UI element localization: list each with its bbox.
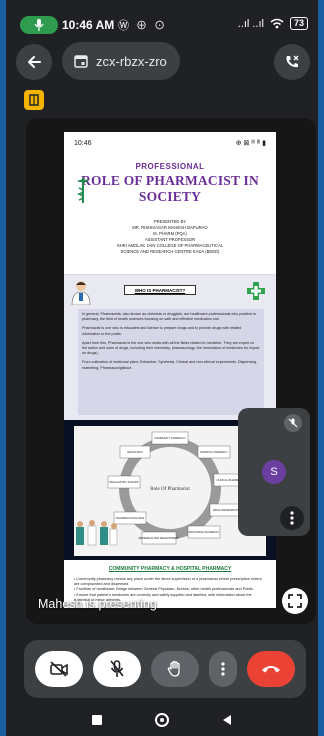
status-time: 10:46 AM (62, 18, 115, 32)
presenter-credits: Presented by MR. RISHISAGAR MAHESH BAPUR… (64, 219, 276, 255)
mic-toggle-button[interactable] (93, 651, 141, 687)
bullet-text: Frontline of healthcare; Bridge between … (76, 587, 255, 592)
doc-status-bar: 10:46 ⊕ ⊠ ᴵᴵˡ ᴵᴵˡ ▮ (64, 132, 276, 154)
meeting-info-button[interactable]: zcx-rbzx-zro (62, 42, 180, 80)
diagram-node-label: EDUCATION (127, 450, 142, 454)
diagram-node-label: INDUSTRIAL PHARMACY (189, 530, 220, 534)
meet-screen: 10:46 AM Ⓦ ⊕ ⊙ ..ıl ..ıl 73 zcx-rbzx-zro… (6, 0, 318, 736)
diagram-node-label: COMMUNITY PHARMACY (154, 436, 186, 440)
audio-output-button[interactable] (274, 44, 310, 80)
meeting-code: zcx-rbzx-zro (96, 53, 167, 69)
slide-body: In general, Pharmacists, also known as c… (78, 309, 264, 415)
doc-time: 10:46 (74, 139, 92, 147)
paragraph: Apart from this, Pharmacist is the one w… (82, 340, 260, 356)
home-icon (159, 718, 164, 722)
presenting-label: Mahesh is presenting (38, 597, 157, 611)
slide-heading: WHO IS PHARMACIST? (124, 285, 196, 295)
mic-icon (34, 19, 44, 31)
paragraph: From cultivation of medicinal plant, Ext… (82, 360, 258, 370)
diagram-center-label: Role Of Pharmacist (150, 487, 190, 492)
more-vertical-icon (221, 662, 225, 676)
status-right: ..ıl ..ıl 73 (238, 17, 308, 30)
participant-more-button[interactable] (280, 506, 304, 530)
recents-button[interactable] (92, 715, 103, 725)
participant-muted-indicator (284, 414, 302, 432)
paragraph: Pharmacist is one who is educated and li… (82, 326, 242, 336)
diagram-node-label: PHARMACOVIGILANCE (116, 516, 145, 520)
bullet-text: Community pharmacy means any place under… (74, 577, 262, 587)
end-call-button[interactable] (247, 651, 295, 687)
shared-document: 10:46 ⊕ ⊠ ᴵᴵˡ ᴵᴵˡ ▮ PROFESSIONAL ROLE OF… (64, 132, 276, 608)
door-icon (29, 94, 39, 106)
wifi-icon (270, 18, 284, 29)
camera-off-icon (50, 661, 68, 677)
slide-heading: COMMUNITY PHARMACY & HOSPITAL PHARMACY (108, 566, 232, 572)
presentation-stage[interactable]: 10:46 ⊕ ⊠ ᴵᴵˡ ᴵᴵˡ ▮ PROFESSIONAL ROLE OF… (26, 118, 316, 624)
back-button[interactable] (16, 44, 52, 80)
participant-tile[interactable]: S (238, 408, 310, 536)
end-call-icon (262, 666, 280, 673)
diagram-node-label: REGULATORY AFFAIRS (110, 480, 139, 484)
bullet-item: • Community pharmacy means any place und… (74, 577, 262, 587)
more-options-button[interactable] (209, 651, 237, 687)
camera-toggle-button[interactable] (35, 651, 83, 687)
mic-off-icon (288, 418, 298, 428)
fullscreen-button[interactable] (282, 588, 308, 614)
medical-cross-icon (247, 282, 265, 300)
raise-hand-icon (167, 660, 180, 677)
signal-icon: ..ıl ..ıl (237, 17, 264, 30)
caduceus-icon (76, 178, 89, 203)
system-nav-bar (6, 704, 318, 736)
doc-title-slide: PROFESSIONAL ROLE OF PHARMACIST IN SOCIE… (64, 154, 276, 274)
back-nav-button[interactable] (222, 714, 232, 726)
diagram-node-label: RESEARCH AND DEVELOPMENT (139, 536, 180, 540)
diagram-node-label: DRUG INFORMATION (213, 508, 239, 512)
mic-active-indicator (20, 16, 58, 34)
mic-off-icon (110, 660, 124, 677)
doc-title: ROLE OF PHARMACIST IN SOCIETY (81, 173, 259, 204)
back-arrow-icon (28, 56, 41, 68)
paragraph: In general, Pharmacists, also known as c… (82, 312, 257, 322)
credit-line: SCIENCE AND RESEARCH CENTRE KADA (BEED) (120, 249, 220, 254)
home-button[interactable] (154, 713, 169, 727)
phone-audio-icon (286, 55, 299, 68)
notification-icons: Ⓦ ⊕ ⊙ (118, 20, 168, 32)
doc-title-prefix: PROFESSIONAL (135, 162, 205, 171)
calendar-icon (74, 55, 88, 68)
call-controls (24, 640, 306, 698)
expand-icon (288, 594, 302, 608)
avatar: S (262, 460, 286, 484)
raise-hand-button[interactable] (151, 651, 199, 687)
status-bar: 10:46 AM Ⓦ ⊕ ⊙ ..ıl ..ıl 73 (6, 14, 318, 36)
who-is-pharmacist-slide: WHO IS PHARMACIST? In general, Pharmacis… (64, 274, 276, 420)
doc-status-icons: ⊕ ⊠ ᴵᴵˡ ᴵᴵˡ ▮ (235, 140, 266, 147)
battery-icon: 73 (289, 17, 308, 30)
pharmacist-illustration-icon (71, 281, 91, 305)
diagram-node-label: HOSPITAL PHARMACY (200, 450, 228, 454)
recording-badge[interactable] (24, 90, 44, 110)
more-vertical-icon (290, 511, 294, 525)
